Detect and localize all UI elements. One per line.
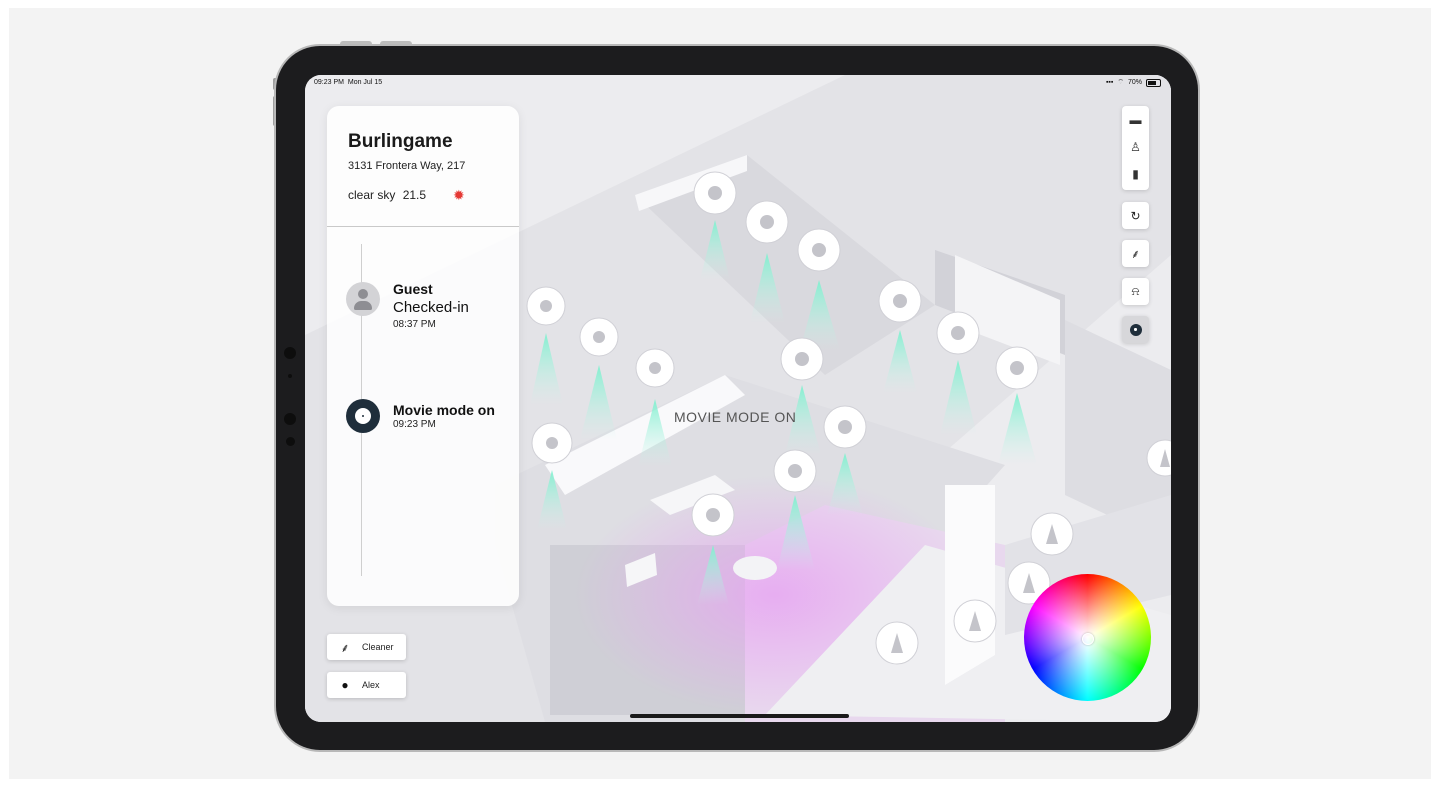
battery-percent: 70%: [1127, 79, 1142, 86]
event-title: Guest: [393, 281, 433, 297]
signal-icon: ▪▪▪: [1105, 79, 1114, 86]
service-button[interactable]: ⍾: [1122, 278, 1149, 305]
person-name: Cleaner: [362, 642, 394, 652]
camera-icon: [284, 347, 296, 359]
battery-icon: [1146, 78, 1161, 87]
divider: [327, 226, 519, 227]
person-chip-cleaner[interactable]: ⸙ Cleaner: [327, 634, 406, 660]
person-icon: ●: [341, 678, 349, 692]
device-type-selector: ▬ ♙ ▮: [1122, 106, 1149, 190]
status-time: 09:23 PM Mon Jul 15: [314, 79, 383, 86]
color-picker-handle[interactable]: [1082, 633, 1094, 645]
door-icon[interactable]: ▮: [1122, 160, 1149, 187]
camera-icon: [284, 413, 296, 425]
weather-summary: clear sky 21.5: [348, 188, 426, 202]
status-indicators: ▪▪▪ ⌔ 70%: [1106, 78, 1161, 87]
event-title: Movie mode on: [393, 402, 495, 418]
film-reel-icon: [346, 399, 380, 433]
film-reel-icon: [1129, 323, 1142, 336]
sensor-icon: [286, 437, 295, 446]
person-name: Alex: [362, 680, 380, 690]
event-subtitle: Checked-in: [393, 299, 469, 316]
movie-mode-button[interactable]: [1122, 316, 1149, 343]
event-time: 09:23 PM: [393, 419, 436, 430]
refresh-icon: ↻: [1130, 208, 1141, 223]
service-bell-icon: ⍾: [1131, 284, 1140, 298]
scene-mode-label: MOVIE MODE ON: [674, 409, 797, 425]
activity-panel: Burlingame 3131 Frontera Way, 217 clear …: [327, 106, 519, 606]
light-bulb-icon[interactable]: ♙: [1122, 133, 1149, 160]
guest-avatar-icon: [346, 282, 380, 316]
cleaning-button[interactable]: ⸙: [1122, 240, 1149, 267]
location-name: Burlingame: [348, 131, 453, 152]
home-indicator: [630, 714, 849, 718]
sensor-icon: [288, 374, 292, 378]
broom-icon: ⸙: [1130, 247, 1140, 261]
air-conditioner-icon[interactable]: ▬: [1122, 106, 1149, 133]
broom-icon: ⸙: [340, 640, 350, 655]
temperature: 21.5: [402, 188, 427, 202]
sun-icon: ✹: [453, 187, 465, 203]
app-screen: 09:23 PM Mon Jul 15 ▪▪▪ ⌔ 70% Burlingame…: [305, 75, 1171, 722]
location-address: 3131 Frontera Way, 217: [348, 160, 466, 172]
wifi-icon: ⌔: [1117, 79, 1124, 86]
person-chip-alex[interactable]: ● Alex: [327, 672, 406, 698]
event-time: 08:37 PM: [393, 319, 436, 330]
color-wheel[interactable]: [1024, 574, 1151, 701]
weather-condition: clear sky: [348, 188, 396, 202]
refresh-button[interactable]: ↻: [1122, 202, 1149, 229]
